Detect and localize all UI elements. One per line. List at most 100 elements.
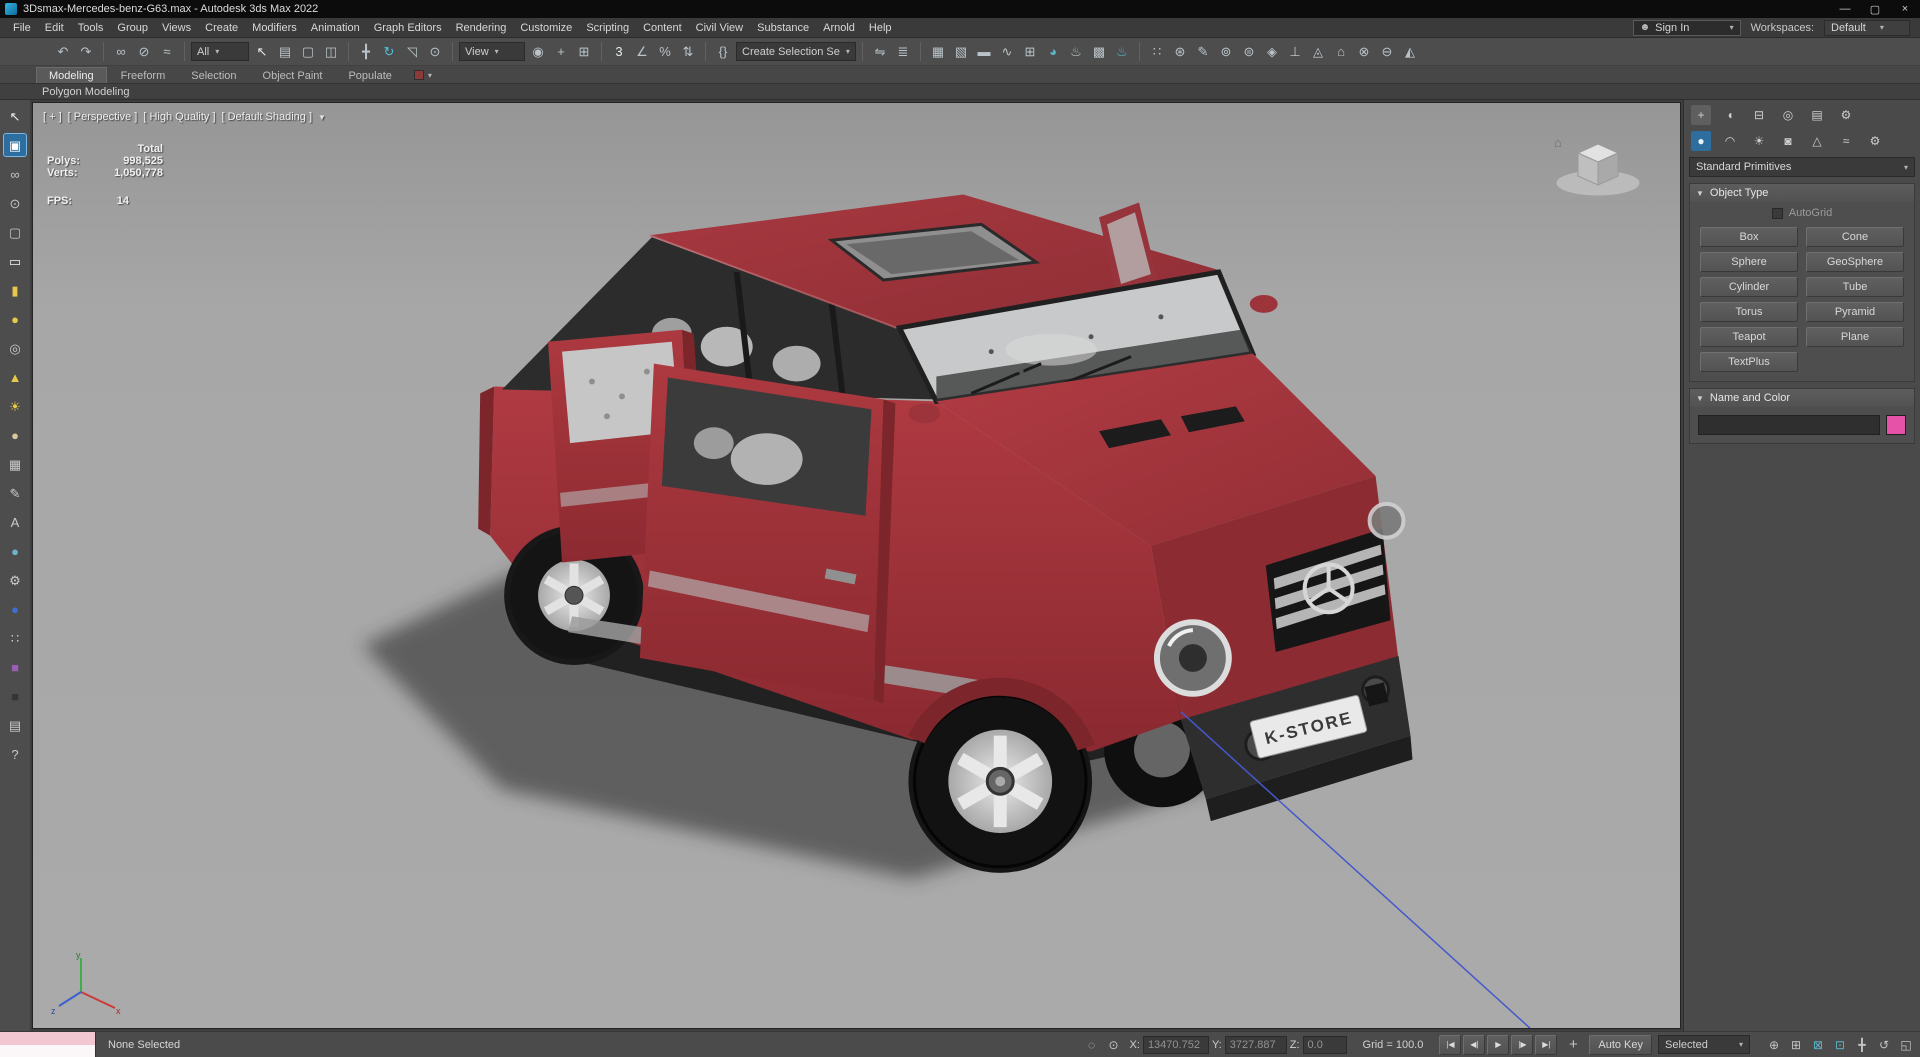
maximize-button[interactable]: ▢	[1860, 0, 1890, 18]
document-tool-icon[interactable]: ▤	[4, 714, 26, 736]
tab-display[interactable]: ▤	[1807, 105, 1827, 125]
object-type-button[interactable]: Box	[1700, 227, 1798, 247]
ribbon-tab[interactable]: Populate	[336, 68, 403, 83]
ribbon-tab[interactable]: Object Paint	[251, 68, 335, 83]
ribbon-tab[interactable]: Selection	[179, 68, 248, 83]
object-type-button[interactable]: Tube	[1806, 277, 1904, 297]
scene-explorer-icon[interactable]: ▦	[927, 41, 949, 63]
maxscript-mini-listener[interactable]	[0, 1032, 96, 1057]
paint-tool-icon[interactable]: ✎	[4, 482, 26, 504]
autogrid-checkbox[interactable]	[1771, 207, 1783, 219]
material-editor-icon[interactable]: ◕	[1042, 41, 1064, 63]
object-type-button[interactable]: Sphere	[1700, 252, 1798, 272]
keyboard-override-icon[interactable]: ⊞	[573, 41, 595, 63]
maximize-viewport-icon[interactable]: ◱	[1896, 1035, 1916, 1055]
align-icon[interactable]: ≣	[892, 41, 914, 63]
auto-key-button[interactable]: Auto Key	[1589, 1034, 1652, 1055]
toolbar-extra-icon[interactable]: ⊗	[1353, 41, 1375, 63]
cylinder-primitive-icon[interactable]: ▮	[4, 279, 26, 301]
select-rotate-icon[interactable]: ↻	[378, 41, 400, 63]
redo-icon[interactable]: ↷	[75, 41, 97, 63]
toolbar-extra-icon[interactable]: ◬	[1307, 41, 1329, 63]
next-frame-button[interactable]: |▶	[1511, 1034, 1534, 1055]
toolbar-extra-icon[interactable]: ◭	[1399, 41, 1421, 63]
viewcube[interactable]: ⌂	[1548, 125, 1644, 209]
rendered-frame-icon[interactable]: ▩	[1088, 41, 1110, 63]
percent-snap-icon[interactable]: %	[654, 41, 676, 63]
menu-item[interactable]: Group	[110, 20, 155, 36]
plane-primitive-icon[interactable]: ▭	[4, 250, 26, 272]
object-type-rollout-header[interactable]: ▼ Object Type	[1690, 184, 1914, 202]
menu-item[interactable]: Customize	[513, 20, 579, 36]
schematic-view-icon[interactable]: ⊞	[1019, 41, 1041, 63]
spinner-snap-icon[interactable]: ⇅	[677, 41, 699, 63]
set-key-icon[interactable]: +	[1563, 1035, 1583, 1055]
checker-map-icon[interactable]: ▦	[4, 453, 26, 475]
edit-named-sets-icon[interactable]: {}	[712, 41, 734, 63]
category-spacewarps[interactable]: ≈	[1836, 131, 1856, 151]
toolbar-extra-icon[interactable]: ⊖	[1376, 41, 1398, 63]
purple-cube-icon[interactable]: ■	[4, 656, 26, 678]
select-by-name-icon[interactable]: ▤	[274, 41, 296, 63]
object-color-swatch[interactable]	[1886, 415, 1906, 435]
y-coordinate-field[interactable]: 3727.887	[1224, 1035, 1287, 1054]
selection-lock-icon[interactable]: ⊙	[1104, 1035, 1124, 1055]
minimize-button[interactable]: —	[1830, 0, 1860, 18]
select-manipulate-icon[interactable]: +	[550, 41, 572, 63]
window-crossing-icon[interactable]: ◫	[320, 41, 342, 63]
sphere-primitive-icon[interactable]: ●	[4, 308, 26, 330]
rectangular-selection-icon[interactable]: ▢	[297, 41, 319, 63]
tab-hierarchy[interactable]: ⊟	[1749, 105, 1769, 125]
ribbon-tab[interactable]: Modeling	[36, 67, 107, 83]
viewport-general-menu[interactable]: [ + ]	[43, 111, 62, 123]
zoom-icon[interactable]: ⊕	[1764, 1035, 1784, 1055]
select-scale-icon[interactable]: ◹	[401, 41, 423, 63]
menu-item[interactable]: Substance	[750, 20, 816, 36]
primitive-category-select[interactable]: Standard Primitives ▾	[1689, 157, 1915, 177]
angle-snap-icon[interactable]: ∠	[631, 41, 653, 63]
layer-explorer-icon[interactable]: ▧	[950, 41, 972, 63]
toolbar-extra-icon[interactable]: ∷	[1146, 41, 1168, 63]
active-tool-icon[interactable]: ▣	[3, 133, 27, 157]
menu-item[interactable]: Content	[636, 20, 689, 36]
toolbar-extra-icon[interactable]: ⌂	[1330, 41, 1352, 63]
menu-item[interactable]: Tools	[71, 20, 111, 36]
render-production-icon[interactable]: ♨	[1111, 41, 1133, 63]
help-icon[interactable]: ?	[4, 743, 26, 765]
select-and-link-icon[interactable]: ∞	[110, 41, 132, 63]
select-move-icon[interactable]: ╋	[355, 41, 377, 63]
go-to-start-button[interactable]: |◀	[1439, 1034, 1462, 1055]
unlink-selection-icon[interactable]: ⊘	[133, 41, 155, 63]
snap-toggle-3d-icon[interactable]: 3	[608, 41, 630, 63]
pan-icon[interactable]: ╋	[1852, 1035, 1872, 1055]
isolate-selection-icon[interactable]: ◌	[1082, 1035, 1102, 1055]
menu-item[interactable]: Arnold	[816, 20, 862, 36]
play-button[interactable]: ▶	[1487, 1034, 1510, 1055]
object-type-button[interactable]: Teapot	[1700, 327, 1798, 347]
ribbon-config-icon[interactable]	[413, 70, 424, 80]
object-type-button[interactable]: Cylinder	[1700, 277, 1798, 297]
name-and-color-rollout-header[interactable]: ▼ Name and Color	[1690, 389, 1914, 407]
curve-editor-icon[interactable]: ∿	[996, 41, 1018, 63]
render-setup-icon[interactable]: ♨	[1065, 41, 1087, 63]
object-type-button[interactable]: Cone	[1806, 227, 1904, 247]
cone-primitive-icon[interactable]: ▲	[4, 366, 26, 388]
viewport-shading-menu[interactable]: [ Default Shading ]	[222, 111, 313, 123]
viewport-pov-menu[interactable]: [ Perspective ]	[68, 111, 138, 123]
utility-tool-icon[interactable]: ⚙	[4, 569, 26, 591]
object-type-button[interactable]: Plane	[1806, 327, 1904, 347]
menu-item[interactable]: Civil View	[689, 20, 750, 36]
category-shapes[interactable]: ◠	[1720, 131, 1740, 151]
category-helpers[interactable]: △	[1807, 131, 1827, 151]
menu-item[interactable]: Modifiers	[245, 20, 304, 36]
tab-motion[interactable]: ◎	[1778, 105, 1798, 125]
dark-cube-icon[interactable]: ■	[4, 685, 26, 707]
object-type-button[interactable]: GeoSphere	[1806, 252, 1904, 272]
toolbar-extra-icon[interactable]: ⊥	[1284, 41, 1306, 63]
object-type-button[interactable]: Torus	[1700, 302, 1798, 322]
object-type-button[interactable]: TextPlus	[1700, 352, 1798, 372]
undo-icon[interactable]: ↶	[52, 41, 74, 63]
tab-modify[interactable]: ◖	[1720, 105, 1740, 125]
menu-item[interactable]: Views	[155, 20, 198, 36]
link-tool-icon[interactable]: ∞	[4, 163, 26, 185]
